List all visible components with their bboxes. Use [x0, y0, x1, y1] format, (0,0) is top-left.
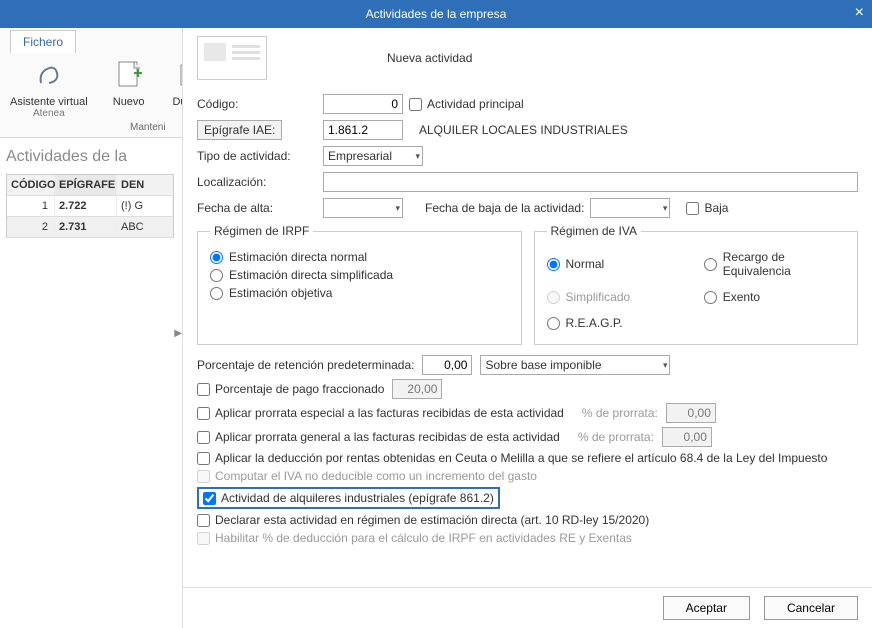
regimen-irpf-group: Régimen de IRPF Estimación directa norma… [197, 224, 522, 345]
prorrata-general-checkbox[interactable]: Aplicar prorrata general a las facturas … [197, 430, 560, 444]
ribbon-group-label: Manteni [130, 122, 166, 133]
modal-title: Nueva actividad [387, 51, 472, 65]
dialog-titlebar: Actividades de la empresa × [0, 0, 872, 28]
iva-reagp-radio[interactable]: R.E.A.G.P. [547, 316, 688, 330]
aceptar-button[interactable]: Aceptar [663, 596, 750, 620]
irpf-directa-normal-radio[interactable]: Estimación directa normal [210, 250, 509, 264]
irpf-opt3-label: Estimación objetiva [229, 286, 332, 300]
nuevo-label: Nuevo [106, 96, 152, 108]
ribbon-tab-fichero[interactable]: Fichero [10, 30, 76, 53]
ribbon-tab-label: Fichero [23, 35, 63, 49]
table-row[interactable]: 2 2.731 ABC [7, 217, 173, 238]
retencion-input[interactable] [422, 355, 472, 375]
prorrata-gen-label: Aplicar prorrata general a las facturas … [215, 430, 560, 444]
actividad-principal-checkbox[interactable]: Actividad principal [409, 97, 524, 111]
asistente-sub: Atenea [10, 108, 88, 119]
alquileres-label: Actividad de alquileres industriales (ep… [221, 491, 494, 505]
regimen-irpf-legend: Régimen de IRPF [210, 224, 313, 238]
ceuta-label: Aplicar la deducción por rentas obtenida… [215, 451, 827, 465]
table-row[interactable]: 1 2.722 (!) G [7, 196, 173, 217]
fecha-alta-label: Fecha de alta: [197, 201, 317, 215]
fecha-baja-label: Fecha de baja de la actividad: [425, 201, 584, 215]
declarar-directa-checkbox[interactable]: Declarar esta actividad en régimen de es… [197, 513, 649, 527]
prorrata-esp-input [666, 403, 716, 423]
epigrafe-input[interactable] [323, 120, 403, 140]
chevron-right-icon[interactable]: ▶ [174, 328, 182, 339]
cell-epigrafe: 2.731 [55, 217, 117, 238]
retencion-base-select[interactable]: Sobre base imponible [480, 355, 670, 375]
cell-codigo: 2 [7, 217, 55, 238]
baja-label: Baja [704, 201, 728, 215]
localizacion-input[interactable] [323, 172, 858, 192]
irpf-opt2-label: Estimación directa simplificada [229, 268, 393, 282]
codigo-input[interactable] [323, 94, 403, 114]
cell-den: ABC [117, 217, 173, 238]
pago-fraccionado-checkbox[interactable]: Porcentaje de pago fraccionado [197, 382, 384, 396]
tipo-label: Tipo de actividad: [197, 149, 317, 163]
activities-panel: Actividades de la CÓDIGO EPÍGRAFE DEN 1 … [0, 138, 180, 628]
asistente-virtual-button[interactable]: Asistente virtual Atenea [10, 58, 88, 119]
iva-opt2-label: Recargo de Equivalencia [723, 250, 845, 278]
activities-table: CÓDIGO EPÍGRAFE DEN 1 2.722 (!) G 2 2.73… [6, 174, 174, 238]
retencion-base-value: Sobre base imponible [485, 358, 601, 372]
tipo-value: Empresarial [328, 149, 392, 163]
dialog-footer: Aceptar Cancelar [183, 587, 872, 628]
iva-normal-radio[interactable]: Normal [547, 250, 688, 278]
iva-opt5-label: R.E.A.G.P. [566, 316, 623, 330]
actividad-principal-label: Actividad principal [427, 97, 524, 111]
irpf-objetiva-radio[interactable]: Estimación objetiva [210, 286, 509, 300]
fecha-baja-input[interactable] [590, 198, 670, 218]
new-document-icon [112, 58, 146, 92]
ceuta-melilla-checkbox[interactable]: Aplicar la deducción por rentas obtenida… [197, 451, 827, 465]
localizacion-label: Localización: [197, 175, 317, 189]
alquileres-checkbox[interactable]: Actividad de alquileres industriales (ep… [203, 491, 494, 505]
epigrafe-iae-button[interactable]: Epígrafe IAE: [197, 120, 282, 140]
col-epigrafe[interactable]: EPÍGRAFE [55, 175, 117, 196]
dialog-title: Actividades de la empresa [366, 7, 507, 21]
tipo-select[interactable]: Empresarial [323, 146, 423, 166]
pago-fracc-label: Porcentaje de pago fraccionado [215, 382, 384, 396]
cell-den: (!) G [117, 196, 173, 217]
regimen-iva-legend: Régimen de IVA [547, 224, 642, 238]
iva-exento-radio[interactable]: Exento [704, 290, 845, 304]
iva-opt4-label: Exento [723, 290, 760, 304]
prorrata-especial-checkbox[interactable]: Aplicar prorrata especial a las facturas… [197, 406, 564, 420]
cell-epigrafe: 2.722 [55, 196, 117, 217]
alquileres-highlight: Actividad de alquileres industriales (ep… [197, 487, 500, 509]
iva-opt1-label: Normal [566, 257, 605, 271]
fecha-alta-input[interactable] [323, 198, 403, 218]
regimen-iva-group: Régimen de IVA Normal Recargo de Equival… [534, 224, 859, 345]
activities-heading: Actividades de la [6, 148, 174, 166]
cancelar-button[interactable]: Cancelar [764, 596, 858, 620]
preview-thumbnail-icon [197, 36, 267, 80]
baja-checkbox[interactable]: Baja [686, 201, 728, 215]
iva-opt3-label: Simplificado [566, 290, 631, 304]
prorrata-gen-input [662, 427, 712, 447]
col-den[interactable]: DEN [117, 175, 173, 196]
iva-recargo-radio[interactable]: Recargo de Equivalencia [704, 250, 845, 278]
irpf-opt1-label: Estimación directa normal [229, 250, 367, 264]
iva-simplificado-radio: Simplificado [547, 290, 688, 304]
pago-fraccionado-input [392, 379, 442, 399]
col-codigo[interactable]: CÓDIGO [7, 175, 55, 196]
irpf-directa-simplificada-radio[interactable]: Estimación directa simplificada [210, 268, 509, 282]
habilitar-deduccion-checkbox: Habilitar % de deducción para el cálculo… [197, 531, 632, 545]
nueva-actividad-dialog: Nueva actividad Código: Actividad princi… [182, 28, 872, 628]
prorrata-esp-label: Aplicar prorrata especial a las facturas… [215, 406, 564, 420]
iva-no-deducible-checkbox: Computar el IVA no deducible como un inc… [197, 469, 537, 483]
iva-no-deduc-label: Computar el IVA no deducible como un inc… [215, 469, 537, 483]
codigo-label: Código: [197, 97, 317, 111]
epigrafe-desc: ALQUILER LOCALES INDUSTRIALES [419, 123, 628, 137]
close-icon[interactable]: × [855, 4, 864, 22]
prorrata-esp-tail: % de prorrata: [582, 406, 658, 420]
asistente-label: Asistente virtual [10, 96, 88, 108]
cell-codigo: 1 [7, 196, 55, 217]
declarar-label: Declarar esta actividad en régimen de es… [215, 513, 649, 527]
habilitar-label: Habilitar % de deducción para el cálculo… [215, 531, 632, 545]
prorrata-gen-tail: % de prorrata: [578, 430, 654, 444]
assistant-icon [32, 58, 66, 92]
retencion-label: Porcentaje de retención predeterminada: [197, 358, 414, 372]
nuevo-button[interactable]: Nuevo [106, 58, 152, 119]
